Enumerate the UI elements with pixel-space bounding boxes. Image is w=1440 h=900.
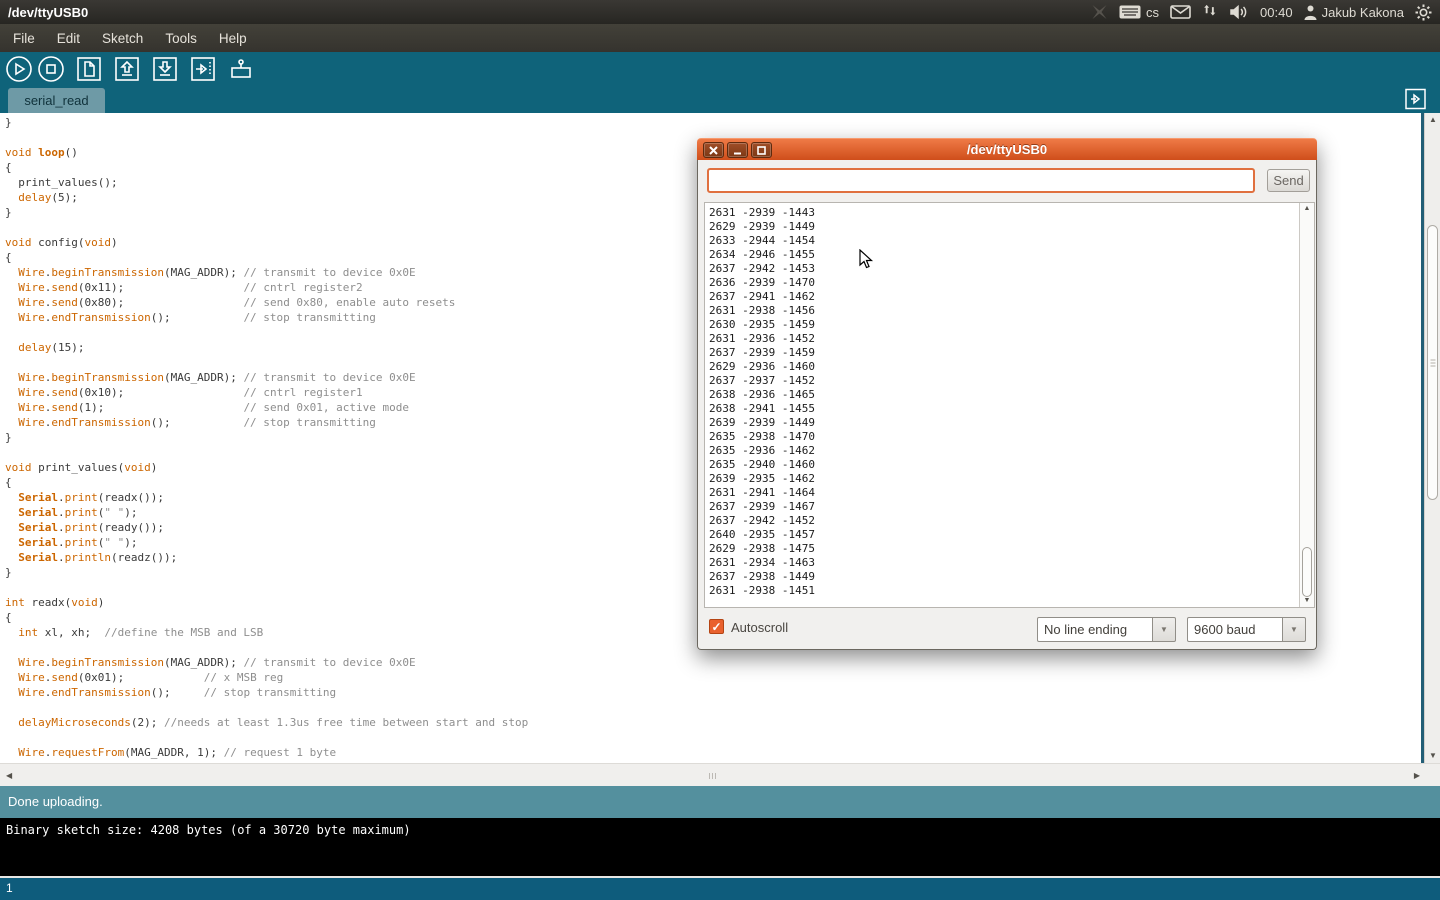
editor-horizontal-scrollbar[interactable]: ◀ ▶	[0, 763, 1440, 786]
save-sketch-button[interactable]	[150, 54, 180, 84]
window-title: /dev/ttyUSB0	[8, 5, 88, 20]
menu-sketch[interactable]: Sketch	[91, 26, 154, 51]
upload-button[interactable]	[188, 54, 218, 84]
scroll-right-arrow[interactable]: ▶	[1414, 764, 1420, 787]
line-ending-dropdown-arrow[interactable]: ▼	[1153, 617, 1176, 642]
serial-output: 2631 -2939 -14432629 -2939 -14492633 -29…	[705, 203, 1299, 607]
hscroll-grip[interactable]	[709, 773, 716, 779]
minimize-button[interactable]	[727, 142, 748, 158]
mail-icon[interactable]	[1170, 5, 1191, 19]
autoscroll-label: Autoscroll	[731, 620, 788, 635]
scroll-up-arrow[interactable]: ▲	[1425, 113, 1440, 127]
editor-scrollbar-thumb[interactable]	[1427, 225, 1438, 500]
system-tray: cs 00:40	[1091, 0, 1440, 24]
status-bar: Done uploading.	[0, 786, 1440, 818]
serial-scrollbar-thumb[interactable]	[1302, 547, 1312, 597]
serial-window-titlebar[interactable]: /dev/ttyUSB0	[697, 138, 1317, 160]
maximize-button[interactable]	[751, 142, 772, 158]
serial-monitor-button[interactable]	[226, 54, 256, 84]
user-menu[interactable]: Jakub Kakona	[1304, 5, 1404, 20]
session-gear-icon[interactable]	[1415, 4, 1432, 21]
volume-icon[interactable]	[1229, 4, 1249, 20]
menu-bar: FileEditSketchToolsHelp	[0, 24, 1440, 52]
app-indicator-icon[interactable]	[1091, 4, 1108, 20]
user-name: Jakub Kakona	[1322, 5, 1404, 20]
baud-dropdown-arrow[interactable]: ▼	[1283, 617, 1306, 642]
autoscroll-checkbox[interactable]: ✓	[709, 619, 724, 634]
ubuntu-top-panel: /dev/ttyUSB0 cs	[0, 0, 1440, 24]
tab-serial-read[interactable]: serial_read	[8, 88, 105, 113]
scroll-left-arrow[interactable]: ◀	[6, 764, 12, 787]
keyboard-icon	[1119, 5, 1141, 19]
serial-send-input[interactable]	[707, 168, 1255, 193]
serial-monitor-window: /dev/ttyUSB0 Send 2631 -2939 -14432629 -…	[697, 138, 1317, 650]
serial-scrollbar[interactable]: ▲ ▼	[1299, 203, 1314, 607]
serial-window-body: Send 2631 -2939 -14432629 -2939 -1449263…	[697, 160, 1317, 650]
open-sketch-button[interactable]	[112, 54, 142, 84]
clock[interactable]: 00:40	[1260, 5, 1293, 20]
desktop: /dev/ttyUSB0 cs	[0, 0, 1440, 900]
serial-window-title: /dev/ttyUSB0	[967, 142, 1047, 157]
line-number-strip: 1	[0, 876, 1440, 900]
baud-rate-select[interactable]: 9600 baud	[1187, 617, 1283, 642]
keyboard-layout-indicator[interactable]: cs	[1119, 5, 1159, 20]
console-text: Binary sketch size: 4208 bytes (of a 307…	[6, 823, 411, 837]
mouse-cursor	[859, 249, 874, 275]
tab-label: serial_read	[24, 93, 88, 108]
tab-menu-button[interactable]	[1404, 88, 1427, 110]
tab-bar: serial_read	[0, 85, 1440, 113]
status-message: Done uploading.	[8, 794, 103, 809]
close-button[interactable]	[703, 142, 724, 158]
line-ending-select[interactable]: No line ending	[1037, 617, 1153, 642]
menu-help[interactable]: Help	[208, 26, 258, 51]
ide-toolbar	[0, 52, 1440, 85]
window-controls	[703, 142, 772, 158]
menu-edit[interactable]: Edit	[46, 26, 91, 51]
menu-file[interactable]: File	[2, 26, 46, 51]
user-icon	[1304, 5, 1317, 20]
serial-scroll-down-arrow[interactable]: ▼	[1300, 595, 1314, 607]
scroll-down-arrow[interactable]: ▼	[1425, 749, 1440, 763]
serial-scroll-up-arrow[interactable]: ▲	[1300, 203, 1314, 215]
send-button[interactable]: Send	[1267, 169, 1310, 192]
new-sketch-button[interactable]	[74, 54, 104, 84]
network-sync-icon[interactable]	[1202, 4, 1218, 20]
keyboard-layout-label: cs	[1146, 5, 1159, 20]
current-line-number: 1	[6, 881, 13, 895]
menu-tools[interactable]: Tools	[154, 26, 208, 51]
serial-output-panel[interactable]: 2631 -2939 -14432629 -2939 -14492633 -29…	[704, 202, 1315, 608]
editor-vertical-scrollbar[interactable]: ▲ ▼	[1424, 113, 1440, 763]
verify-button[interactable]	[4, 54, 34, 84]
stop-button[interactable]	[36, 54, 66, 84]
build-console: Binary sketch size: 4208 bytes (of a 307…	[0, 818, 1440, 876]
